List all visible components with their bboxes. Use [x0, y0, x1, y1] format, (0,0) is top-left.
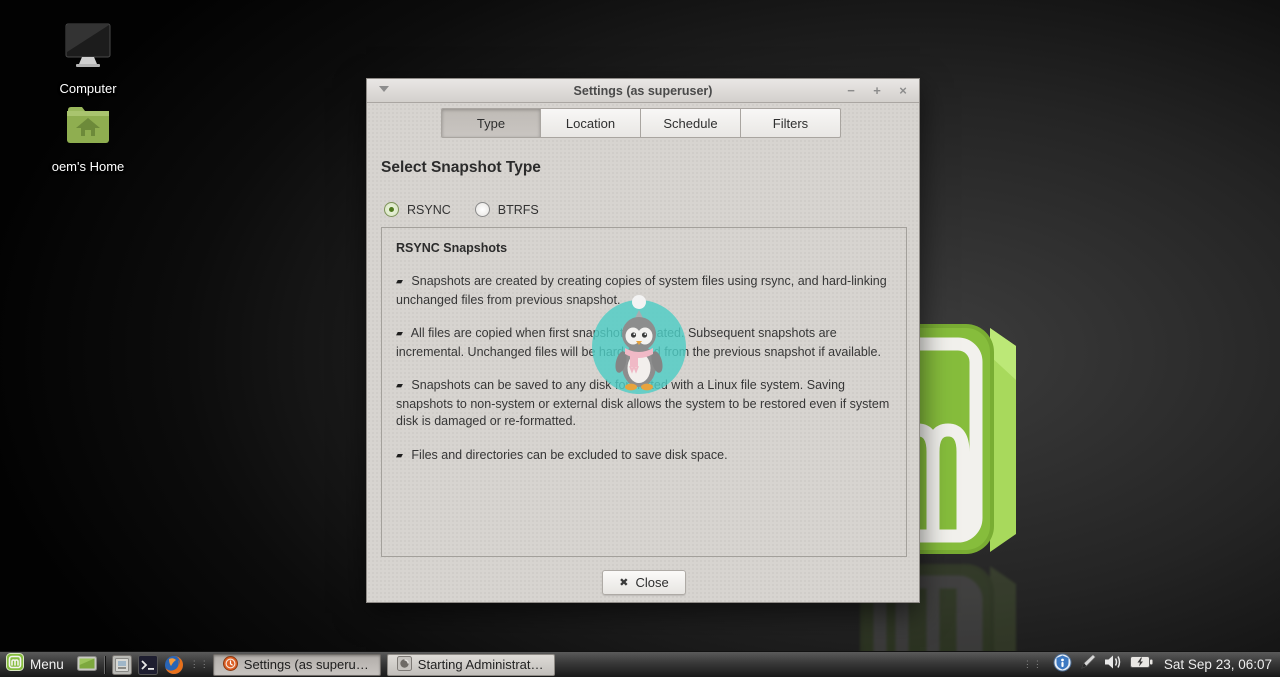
- tray-drag-handle[interactable]: ⋮⋮: [1023, 659, 1043, 670]
- radio-button-rsync[interactable]: [384, 202, 399, 217]
- tab-schedule[interactable]: Schedule: [641, 108, 741, 138]
- desktop-icon-computer[interactable]: Computer: [33, 22, 143, 96]
- info-bullet: ▰ Files and directories can be excluded …: [396, 447, 892, 466]
- taskbar-clock[interactable]: Sat Sep 23, 06:07: [1164, 657, 1272, 672]
- radio-label: RSYNC: [407, 203, 451, 217]
- window-title: Settings (as superuser): [367, 84, 919, 98]
- desktop-icon-label: Computer: [33, 81, 143, 96]
- info-bullet: ▰ Snapshots can be saved to any disk for…: [396, 377, 892, 431]
- window-menu-arrow-icon[interactable]: [379, 86, 389, 92]
- radio-label: BTRFS: [498, 203, 539, 217]
- close-button-label: Close: [635, 575, 668, 590]
- mint-menu-icon: [6, 653, 24, 676]
- radio-option-btrfs[interactable]: BTRFS: [475, 202, 539, 217]
- settings-tab-bar: Type Location Schedule Filters: [441, 108, 841, 138]
- tab-filters[interactable]: Filters: [741, 108, 841, 138]
- close-window-button[interactable]: ×: [895, 83, 911, 99]
- menu-button[interactable]: Menu: [0, 652, 74, 677]
- maximize-button[interactable]: +: [869, 83, 885, 99]
- bullet-icon: ▰: [396, 328, 403, 338]
- files-launcher-icon[interactable]: [111, 654, 133, 676]
- battery-power-icon[interactable]: [1130, 655, 1153, 674]
- volume-speaker-icon[interactable]: [1104, 654, 1123, 675]
- bullet-icon: ▰: [396, 380, 403, 390]
- info-bullet: ▰ Snapshots are created by creating copi…: [396, 273, 892, 309]
- bullet-icon: ▰: [396, 450, 403, 460]
- window-titlebar[interactable]: Settings (as superuser) − + ×: [367, 79, 919, 103]
- panel-drag-handle[interactable]: ⋮⋮: [190, 659, 210, 670]
- info-bullet: ▰ All files are copied when first snapsh…: [396, 325, 892, 361]
- tab-type[interactable]: Type: [441, 108, 541, 138]
- system-tray: ⋮⋮: [1020, 653, 1280, 677]
- snapshot-type-radio-group: RSYNC BTRFS: [384, 202, 539, 217]
- show-desktop-button[interactable]: [76, 654, 98, 676]
- radio-button-btrfs[interactable]: [475, 202, 490, 217]
- firefox-launcher-icon[interactable]: [163, 654, 185, 676]
- bullet-icon: ▰: [396, 276, 403, 286]
- timeshift-settings-window: Settings (as superuser) − + × Type Locat…: [366, 78, 920, 603]
- stylus-input-icon[interactable]: [1079, 653, 1097, 676]
- minimize-button[interactable]: −: [843, 83, 859, 99]
- close-button[interactable]: ✖ Close: [602, 570, 686, 595]
- computer-monitor-icon: [62, 59, 114, 76]
- close-x-icon: ✖: [619, 576, 628, 589]
- menu-button-label: Menu: [30, 657, 64, 672]
- terminal-launcher-icon[interactable]: [137, 654, 159, 676]
- taskbar-window-label: Starting Administrativ...: [418, 657, 545, 672]
- tab-location[interactable]: Location: [541, 108, 641, 138]
- desktop-icon-label: oem's Home: [33, 159, 143, 174]
- radio-option-rsync[interactable]: RSYNC: [384, 202, 451, 217]
- info-panel-title: RSYNC Snapshots: [396, 241, 892, 255]
- taskbar: Menu ⋮⋮: [0, 651, 1280, 677]
- home-folder-icon: [62, 137, 114, 154]
- taskbar-window-label: Settings (as superuser): [244, 657, 371, 672]
- taskbar-separator: [104, 656, 105, 674]
- taskbar-window-settings[interactable]: Settings (as superuser): [213, 654, 381, 676]
- desktop-icon-home[interactable]: oem's Home: [33, 102, 143, 174]
- page-title: Select Snapshot Type: [381, 159, 541, 177]
- starting-app-icon: [397, 656, 412, 674]
- update-manager-shield-icon[interactable]: [1053, 653, 1072, 677]
- rsync-info-panel: RSYNC Snapshots ▰ Snapshots are created …: [381, 227, 907, 557]
- taskbar-window-starting[interactable]: Starting Administrativ...: [387, 654, 555, 676]
- timeshift-icon: [223, 656, 238, 674]
